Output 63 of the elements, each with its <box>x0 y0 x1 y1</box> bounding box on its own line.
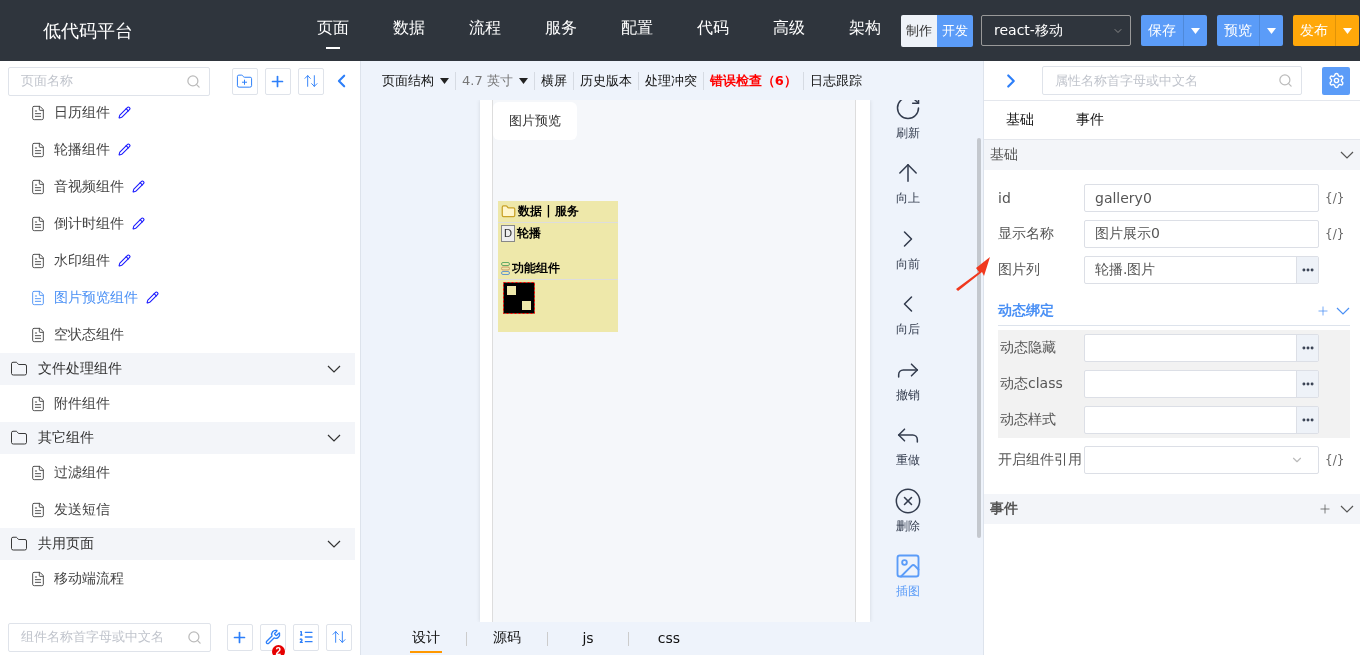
editor-tab[interactable]: js <box>548 625 628 652</box>
tool-button[interactable]: 向上 <box>894 149 922 215</box>
tool-button[interactable]: 重做 <box>894 411 922 477</box>
expression-toggle[interactable]: {/} <box>1325 227 1345 241</box>
input-field[interactable]: gallery0 <box>1084 184 1319 212</box>
input-field[interactable]: 图片展示0 <box>1084 220 1319 248</box>
tool-button[interactable]: 刷新 <box>894 100 922 150</box>
tree-item[interactable]: 水印组件 <box>0 242 355 279</box>
tree-item[interactable]: 移动端流程 <box>0 560 355 597</box>
letter-icon: D <box>501 225 515 242</box>
notification-badge: 2 <box>271 644 285 655</box>
field-label: 动态隐藏 <box>999 339 1057 357</box>
nav-tab[interactable]: 数据 <box>371 12 447 49</box>
tree-folder[interactable]: 共用页面 <box>0 528 355 560</box>
editor-tab[interactable]: 源码 <box>467 624 547 653</box>
field-label: 开启组件引用 <box>998 451 1083 469</box>
nav-tab[interactable]: 流程 <box>447 12 523 49</box>
nav-tab[interactable]: 架构 <box>827 12 903 49</box>
toolbar-link[interactable]: 错误检查（6） <box>702 71 803 90</box>
tool-button[interactable]: 撤销 <box>894 346 922 412</box>
toolbar-link[interactable]: 横屏 <box>533 71 573 90</box>
tree-item[interactable]: 附件组件 <box>0 385 355 422</box>
nav-tab[interactable]: 代码 <box>675 12 751 49</box>
tree-folder[interactable]: 其它组件 <box>0 422 355 454</box>
tool-button[interactable]: 向后 <box>894 280 922 346</box>
item-label: 轮播 <box>517 225 541 242</box>
field-label: 动态样式 <box>999 411 1057 429</box>
toolbar-dropdown[interactable]: 页面结构 <box>376 71 455 90</box>
preview-chip: 图片预览 <box>493 102 577 140</box>
toolbar-link[interactable]: 历史版本 <box>572 71 638 90</box>
tree-item[interactable]: 音视频组件 <box>0 168 355 205</box>
tree-item[interactable]: 空状态组件 <box>0 316 355 353</box>
tree-item[interactable]: 轮播组件 <box>0 131 355 168</box>
tree-item[interactable]: 日历组件 <box>0 94 355 131</box>
section-header[interactable]: 基础 <box>984 140 1360 170</box>
nav-tab[interactable]: 高级 <box>751 12 827 49</box>
nav-tab[interactable]: 服务 <box>523 12 599 49</box>
field-label: 图片列 <box>998 261 1041 279</box>
mode-toggle-button[interactable]: 制作 <box>901 14 937 47</box>
nav-tab[interactable]: 配置 <box>599 12 675 49</box>
toolbar-link[interactable]: 处理冲突 <box>637 71 703 90</box>
tree-item[interactable]: 发送短信 <box>0 491 355 528</box>
section-label: 功能组件 <box>512 260 560 277</box>
toolbar-link[interactable]: 日志跟踪 <box>802 71 868 90</box>
editor-tab[interactable]: css <box>629 625 709 652</box>
tree-item[interactable]: 倒计时组件 <box>0 205 355 242</box>
tool-button[interactable]: 向前 <box>894 215 922 281</box>
tree-folder[interactable]: 文件处理组件 <box>0 353 355 385</box>
field-label: 显示名称 <box>998 225 1055 243</box>
toolbar-dropdown[interactable]: 4.7 英寸 <box>455 71 534 90</box>
field-label: 动态class <box>999 375 1064 393</box>
group-label: 数据 | 服务 <box>518 203 579 220</box>
tool-button[interactable]: 删除 <box>894 477 922 543</box>
section-header[interactable]: 事件 <box>984 494 1360 524</box>
framework-select[interactable]: react-移动 <box>981 15 1131 46</box>
property-tab[interactable]: 事件 <box>1076 111 1104 129</box>
input-field[interactable]: 轮播.图片 <box>1084 256 1319 284</box>
expression-toggle[interactable]: {/} <box>1325 453 1345 467</box>
expression-toggle[interactable]: {/} <box>1325 191 1345 205</box>
app-logo: 低代码平台 <box>43 18 134 43</box>
property-tab[interactable]: 基础 <box>1006 111 1034 129</box>
field-label: id <box>998 190 1012 206</box>
tree-item[interactable]: 过滤组件 <box>0 454 355 491</box>
